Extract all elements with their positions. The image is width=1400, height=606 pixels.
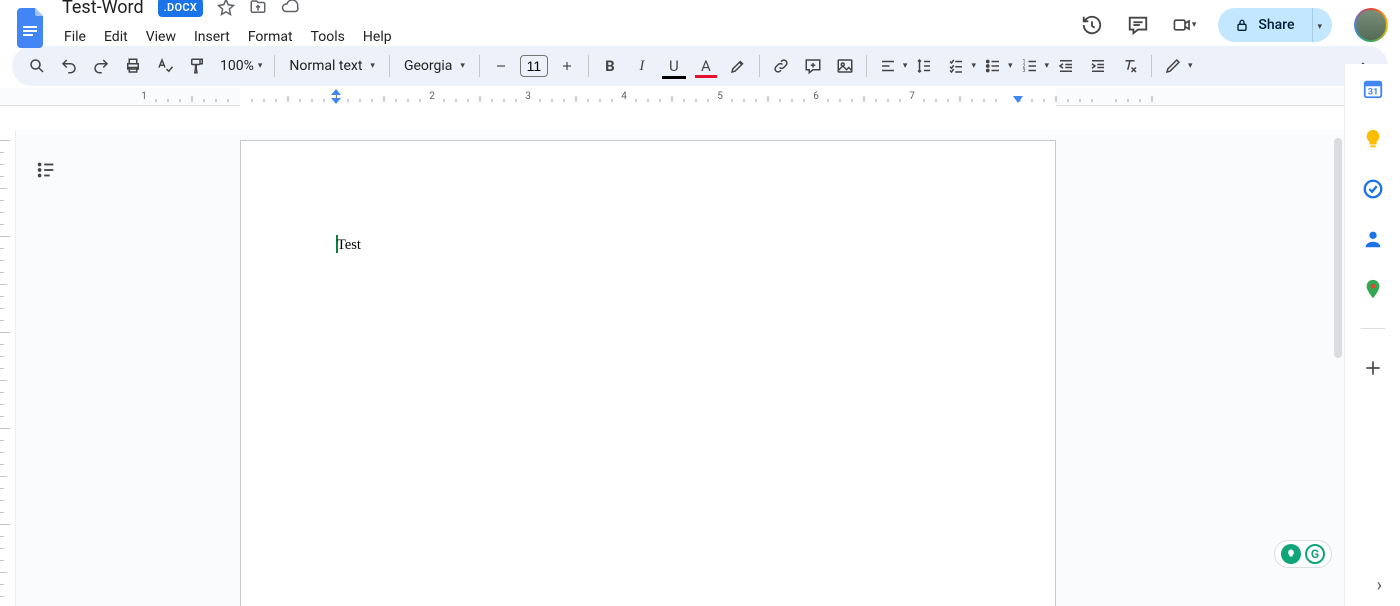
grammarly-g-icon: G	[1305, 544, 1325, 564]
undo-icon[interactable]	[54, 51, 84, 81]
highlight-icon[interactable]	[723, 51, 753, 81]
document-title[interactable]: Test-Word	[56, 0, 150, 20]
chevron-down-icon: ▾	[1192, 20, 1197, 30]
chevron-down-icon[interactable]: ▾	[1188, 61, 1193, 71]
paint-format-icon[interactable]	[182, 51, 212, 81]
maps-app-icon[interactable]	[1362, 278, 1384, 300]
menu-help[interactable]: Help	[355, 25, 400, 49]
increase-font-icon[interactable]	[552, 51, 582, 81]
docs-logo[interactable]	[12, 8, 52, 48]
svg-text:4: 4	[621, 91, 627, 102]
cloud-status-icon[interactable]	[281, 0, 299, 16]
text-color-icon[interactable]: A	[691, 51, 721, 81]
svg-text:2: 2	[429, 91, 435, 102]
grammarly-widget[interactable]: G	[1274, 540, 1332, 568]
chevron-down-icon[interactable]: ▾	[1008, 61, 1013, 71]
menu-insert[interactable]: Insert	[186, 25, 238, 49]
checklist-icon[interactable]	[941, 51, 971, 81]
app-header: Test-Word .DOCX File Edit View Insert Fo…	[0, 0, 1400, 36]
chevron-down-icon: ▾	[1317, 22, 1322, 32]
menu-format[interactable]: Format	[240, 25, 301, 49]
vertical-scrollbar-thumb[interactable]	[1334, 138, 1342, 358]
bulleted-list-icon[interactable]	[978, 51, 1008, 81]
svg-text:5: 5	[717, 91, 723, 102]
main-toolbar: 100% ▾ Normal text ▾ Georgia ▾ B I U A ▾…	[12, 46, 1388, 86]
share-label: Share	[1258, 17, 1294, 33]
increase-indent-icon[interactable]	[1083, 51, 1113, 81]
italic-icon[interactable]: I	[627, 51, 657, 81]
paragraph-style-select[interactable]: Normal text ▾	[281, 58, 383, 74]
svg-text:6: 6	[813, 91, 819, 102]
comments-icon[interactable]	[1126, 13, 1150, 37]
share-dropdown[interactable]: ▾	[1312, 8, 1332, 42]
redo-icon[interactable]	[86, 51, 116, 81]
font-select[interactable]: Georgia ▾	[396, 58, 473, 74]
menu-view[interactable]: View	[138, 25, 184, 49]
history-icon[interactable]	[1080, 13, 1104, 37]
get-addons-icon[interactable]	[1362, 357, 1384, 379]
editing-mode-icon[interactable]	[1158, 51, 1188, 81]
star-icon[interactable]	[217, 0, 235, 16]
spellcheck-icon[interactable]	[150, 51, 180, 81]
chevron-down-icon: ▾	[370, 61, 375, 71]
document-body-text[interactable]: Test	[337, 237, 361, 254]
zoom-value: 100%	[220, 58, 254, 74]
move-icon[interactable]	[249, 0, 267, 16]
show-outline-icon[interactable]	[28, 152, 64, 188]
calendar-app-icon[interactable]: 31	[1362, 78, 1384, 100]
menu-edit[interactable]: Edit	[96, 25, 136, 49]
contacts-app-icon[interactable]	[1362, 228, 1384, 250]
zoom-select[interactable]: 100% ▾	[214, 58, 268, 74]
print-icon[interactable]	[118, 51, 148, 81]
chevron-down-icon[interactable]: ▾	[903, 61, 908, 71]
chevron-down-icon[interactable]: ▾	[971, 61, 976, 71]
insert-image-icon[interactable]	[830, 51, 860, 81]
share-button[interactable]: Share	[1218, 8, 1312, 42]
decrease-font-icon[interactable]	[486, 51, 516, 81]
docx-badge: .DOCX	[158, 0, 204, 17]
font-value: Georgia	[404, 58, 452, 74]
clear-formatting-icon[interactable]	[1115, 51, 1145, 81]
hide-side-panel-icon[interactable]: ›	[1377, 575, 1382, 596]
decrease-indent-icon[interactable]	[1051, 51, 1081, 81]
paragraph-style-value: Normal text	[289, 58, 362, 74]
line-spacing-icon[interactable]	[909, 51, 939, 81]
side-panel: 31 ›	[1344, 64, 1400, 606]
search-menus-icon[interactable]	[22, 51, 52, 81]
document-workspace[interactable]: Test	[0, 130, 1344, 606]
chevron-down-icon: ▾	[258, 61, 263, 71]
chevron-down-icon: ▾	[460, 61, 465, 71]
keep-app-icon[interactable]	[1362, 128, 1384, 150]
svg-text:31: 31	[1367, 88, 1378, 98]
grammarly-bulb-icon	[1281, 544, 1301, 564]
svg-text:3: 3	[1022, 68, 1025, 74]
vertical-ruler[interactable]	[0, 130, 16, 606]
menu-file[interactable]: File	[56, 25, 94, 49]
meet-button[interactable]: ▾	[1172, 13, 1196, 37]
tasks-app-icon[interactable]	[1362, 178, 1384, 200]
title-row: Test-Word .DOCX	[56, 0, 1080, 21]
svg-text:1: 1	[141, 91, 147, 102]
add-comment-icon[interactable]	[798, 51, 828, 81]
menu-bar: File Edit View Insert Format Tools Help	[56, 23, 1080, 51]
bold-icon[interactable]: B	[595, 51, 625, 81]
font-size-input[interactable]	[520, 55, 548, 77]
account-avatar[interactable]	[1354, 8, 1388, 42]
svg-text:7: 7	[909, 91, 915, 102]
insert-link-icon[interactable]	[766, 51, 796, 81]
underline-icon[interactable]: U	[659, 51, 689, 81]
align-icon[interactable]	[873, 51, 903, 81]
horizontal-ruler[interactable]: 11234567	[0, 88, 1400, 106]
menu-tools[interactable]: Tools	[303, 25, 353, 49]
chevron-down-icon[interactable]: ▾	[1045, 61, 1050, 71]
svg-text:3: 3	[525, 91, 531, 102]
numbered-list-icon[interactable]: 123	[1015, 51, 1045, 81]
document-page[interactable]: Test	[240, 140, 1056, 606]
